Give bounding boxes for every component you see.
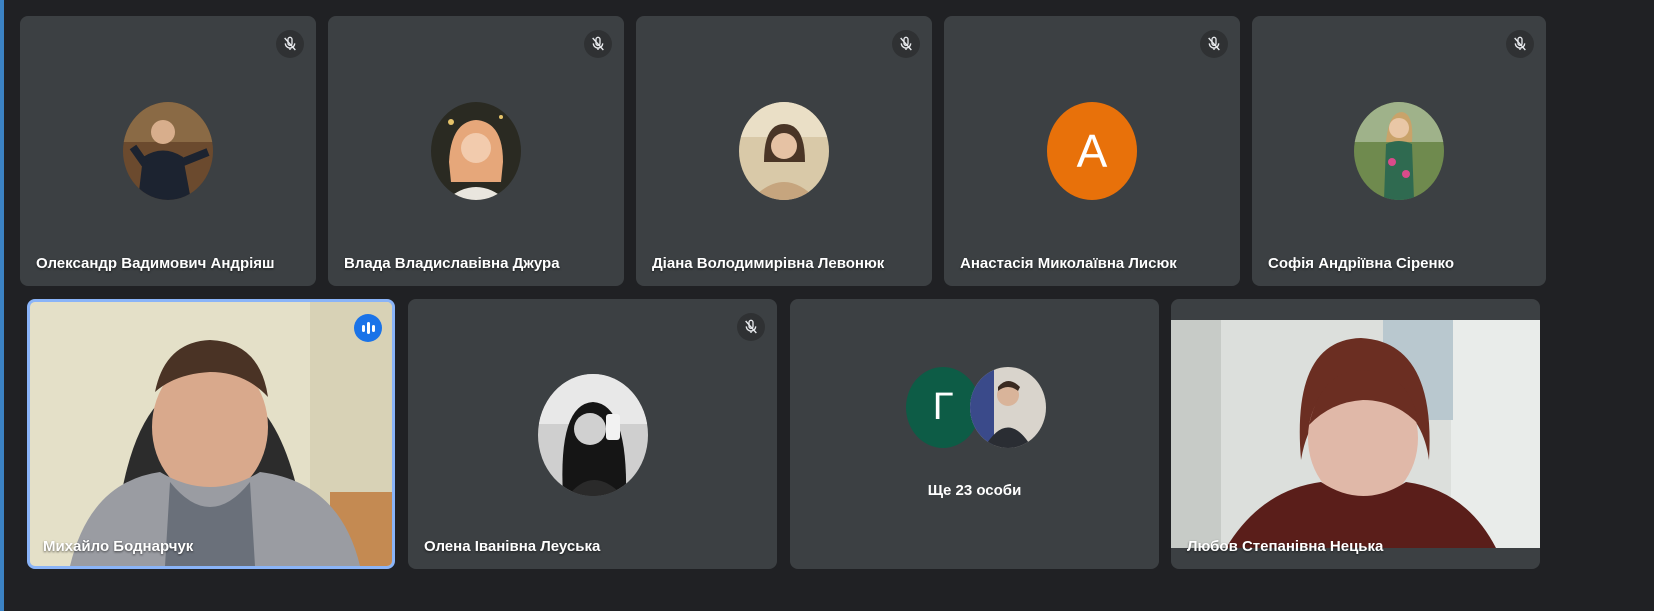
participant-name: Влада Владиславівна Джура bbox=[344, 255, 560, 272]
mic-off-icon bbox=[892, 30, 920, 58]
participant-video bbox=[1171, 320, 1540, 548]
participant-tile[interactable]: Діана Володимирівна Левонюк bbox=[636, 16, 932, 286]
avatar bbox=[1354, 102, 1444, 200]
mic-off-icon bbox=[584, 30, 612, 58]
more-participants-tile[interactable]: Г Ще 23 особи bbox=[790, 299, 1159, 569]
letter-avatar: А bbox=[1047, 102, 1137, 200]
participant-name: Анастасія Миколаївна Лисюк bbox=[960, 255, 1177, 272]
mic-off-icon bbox=[1506, 30, 1534, 58]
participant-tile[interactable]: Софія Андріївна Сіренко bbox=[1252, 16, 1546, 286]
participant-name: Михайло Боднарчук bbox=[43, 538, 194, 555]
participant-name: Любов Степанівна Нецька bbox=[1187, 538, 1384, 555]
avatar bbox=[123, 102, 213, 200]
avatar bbox=[431, 102, 521, 200]
participant-tile[interactable]: Олександр Вадимович Андріяш bbox=[20, 16, 316, 286]
more-participants-label: Ще 23 особи bbox=[927, 482, 1022, 499]
participant-video-tile[interactable]: Любов Степанівна Нецька bbox=[1171, 299, 1540, 569]
mic-off-icon bbox=[1200, 30, 1228, 58]
avatar bbox=[739, 102, 829, 200]
participant-name: Діана Володимирівна Левонюк bbox=[652, 255, 885, 272]
meeting-grid: Олександр Вадимович Андріяш Влада Владис… bbox=[0, 0, 1654, 611]
mic-off-icon bbox=[737, 313, 765, 341]
window-edge bbox=[0, 0, 4, 611]
participant-video bbox=[30, 302, 392, 566]
participant-tile[interactable]: Влада Владиславівна Джура bbox=[328, 16, 624, 286]
letter-avatar: Г bbox=[906, 367, 980, 448]
avatar bbox=[538, 374, 648, 496]
participant-tile[interactable]: А Анастасія Миколаївна Лисюк bbox=[944, 16, 1240, 286]
participant-video-tile[interactable]: Михайло Боднарчук bbox=[27, 299, 395, 569]
participant-tile[interactable]: Олена Іванівна Леуська bbox=[408, 299, 777, 569]
participant-name: Олена Іванівна Леуська bbox=[424, 538, 601, 555]
participant-name: Олександр Вадимович Андріяш bbox=[36, 255, 275, 272]
participant-name: Софія Андріївна Сіренко bbox=[1268, 255, 1454, 272]
avatar bbox=[970, 367, 1046, 448]
audio-level-icon bbox=[354, 314, 382, 342]
mic-off-icon bbox=[276, 30, 304, 58]
